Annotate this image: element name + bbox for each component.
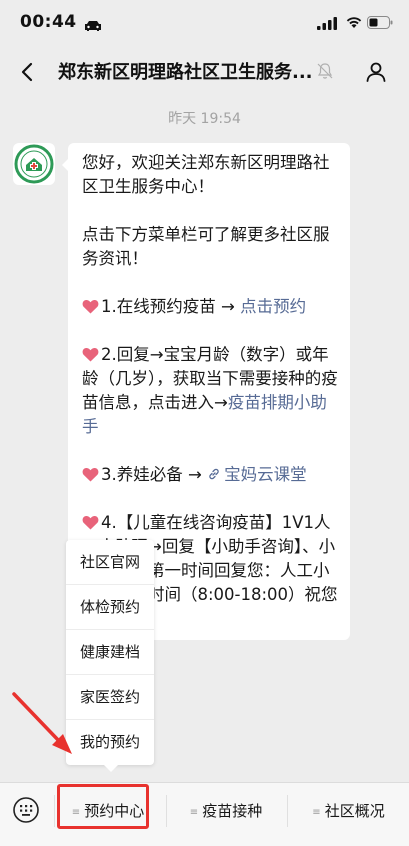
menu-lines-icon: ≡	[312, 807, 321, 818]
person-icon	[366, 62, 386, 82]
status-time: 00:44	[20, 12, 77, 32]
back-button[interactable]	[14, 58, 42, 86]
submenu-popup: 社区官网 体检预约 健康建档 家医签约 我的预约	[66, 540, 154, 772]
cellular-signal-icon	[317, 15, 337, 34]
message-menu-hint: 点击下方菜单栏可了解更多社区服务资讯！	[82, 225, 330, 268]
mute-bell-icon	[316, 62, 334, 84]
chat-header: 郑东新区明理路社区卫生服务...	[0, 44, 409, 100]
profile-button[interactable]	[364, 60, 388, 88]
message-item-2: 2.回复→宝宝月龄（数字）或年龄（几岁），获取当下需要接种的疫苗信息，点击进入→…	[82, 345, 338, 436]
submenu-item-health-record[interactable]: 健康建档	[66, 630, 154, 675]
wifi-icon	[345, 14, 363, 33]
battery-icon	[367, 14, 393, 33]
heart-icon	[82, 347, 99, 362]
vaccine-booking-link[interactable]: 点击预约	[240, 297, 306, 316]
menu-vaccination[interactable]: ≡ 疫苗接种	[167, 783, 285, 839]
submenu-item-community-website[interactable]: 社区官网	[66, 540, 154, 585]
back-arrow-icon	[21, 62, 33, 82]
link-icon	[209, 468, 219, 480]
home-indicator-area	[0, 838, 409, 846]
submenu-item-checkup-booking[interactable]: 体检预约	[66, 585, 154, 630]
keyboard-toggle-button[interactable]	[0, 783, 54, 839]
chat-title: 郑东新区明理路社区卫生服务...	[58, 62, 313, 83]
message-timestamp: 昨天 19:54	[168, 111, 241, 127]
menu-community-overview[interactable]: ≡ 社区概况	[288, 783, 409, 839]
heart-icon	[82, 515, 99, 530]
sender-avatar[interactable]	[13, 143, 55, 185]
mom-class-link[interactable]: 宝妈云课堂	[207, 465, 307, 484]
status-bar: 00:44	[0, 0, 409, 44]
message-item-1: 1.在线预约疫苗 → 点击预约	[82, 295, 340, 319]
heart-icon	[82, 467, 99, 482]
message-greeting: 您好，欢迎关注郑东新区明理路社区卫生服务中心！	[82, 153, 330, 196]
submenu-item-family-doctor[interactable]: 家医签约	[66, 675, 154, 720]
submenu-item-my-appointments[interactable]: 我的预约	[66, 720, 154, 765]
heart-icon	[82, 299, 99, 314]
car-icon	[84, 17, 102, 36]
red-highlight-box	[57, 784, 149, 829]
keyboard-icon	[13, 797, 39, 823]
clinic-logo-icon	[14, 144, 54, 184]
message-item-3: 3.养娃必备 → 宝妈云课堂	[82, 463, 340, 487]
menu-lines-icon: ≡	[189, 807, 199, 818]
